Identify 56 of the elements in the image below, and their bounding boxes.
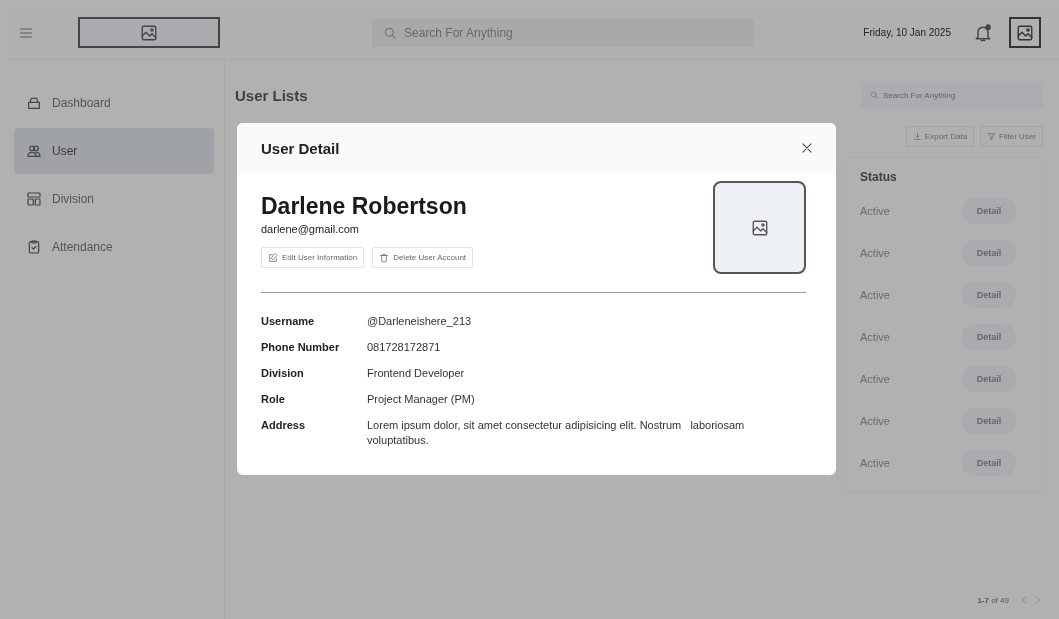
table-cell: Active bbox=[860, 373, 890, 385]
field-label: Address bbox=[261, 418, 307, 433]
bag-icon bbox=[26, 95, 42, 111]
table-cell: Active bbox=[860, 415, 890, 427]
bell-icon[interactable] bbox=[973, 22, 993, 43]
search-icon bbox=[869, 90, 879, 100]
sidebar-item[interactable]: User bbox=[14, 128, 214, 174]
page-title: User Lists bbox=[235, 86, 308, 104]
field-value: 081728172871 bbox=[367, 340, 442, 355]
download-icon bbox=[912, 132, 922, 141]
action-button[interactable]: Delete User Account bbox=[372, 247, 474, 268]
close-icon[interactable] bbox=[800, 141, 814, 155]
action-button[interactable]: Edit User Information bbox=[261, 247, 365, 268]
clipboard-icon bbox=[26, 239, 42, 255]
detail-button[interactable]: Detail bbox=[962, 450, 1016, 476]
layout-icon bbox=[26, 191, 42, 207]
sidebar-item[interactable]: Dashboard bbox=[14, 80, 214, 126]
sidebar-item[interactable]: Attendance bbox=[14, 224, 214, 270]
field-label: Phone Number bbox=[261, 340, 341, 355]
modal-title: User Detail bbox=[261, 139, 340, 157]
edit-icon bbox=[268, 252, 278, 263]
image-icon bbox=[750, 218, 769, 237]
search-field[interactable]: Search For Anything bbox=[372, 18, 754, 47]
people-icon bbox=[26, 143, 42, 159]
detail-button[interactable]: Detail bbox=[962, 282, 1016, 308]
action-button[interactable]: Filter User bbox=[980, 126, 1043, 147]
detail-button[interactable]: Detail bbox=[962, 366, 1016, 392]
field-label: Division bbox=[261, 366, 305, 381]
table-cell: Active bbox=[860, 205, 890, 217]
field-value: Frontend Developer bbox=[367, 366, 466, 381]
action-button[interactable]: Export Data bbox=[905, 126, 975, 147]
date-text: Friday, 10 Jan 2025 bbox=[863, 27, 951, 38]
detail-button[interactable]: Detail bbox=[962, 198, 1016, 224]
pagination-text: 1-7 of 49 bbox=[977, 595, 1009, 605]
field-label: Username bbox=[261, 314, 316, 329]
user-name: Darlene Robertson bbox=[261, 193, 468, 220]
detail-button[interactable]: Detail bbox=[962, 408, 1016, 434]
detail-button[interactable]: Detail bbox=[962, 240, 1016, 266]
avatar-placeholder[interactable] bbox=[1009, 17, 1041, 48]
table-cell: Active bbox=[860, 457, 890, 469]
table-cell: Active bbox=[860, 289, 890, 301]
sidebar-item[interactable]: Division bbox=[14, 176, 214, 222]
image-icon bbox=[140, 23, 158, 42]
user-email: darlene@gmail.com bbox=[261, 223, 360, 235]
table-cell: Active bbox=[860, 331, 890, 343]
field-value: Project Manager (PM) bbox=[367, 392, 476, 407]
detail-button[interactable]: Detail bbox=[962, 324, 1016, 350]
trash-icon bbox=[379, 252, 390, 263]
search-field[interactable]: Search For Anything bbox=[861, 81, 1043, 109]
field-value: @Darleneishere_213 bbox=[367, 314, 473, 329]
table-cell: Active bbox=[860, 247, 890, 259]
field-value: Lorem ipsum dolor, sit amet consectetur adipisicing elit. Nostrum laboriosam voluptatibus. bbox=[367, 418, 746, 448]
filter-icon bbox=[987, 132, 997, 141]
field-label: Role bbox=[261, 392, 286, 407]
column-header: Status bbox=[860, 170, 897, 184]
image-icon bbox=[1016, 23, 1034, 42]
